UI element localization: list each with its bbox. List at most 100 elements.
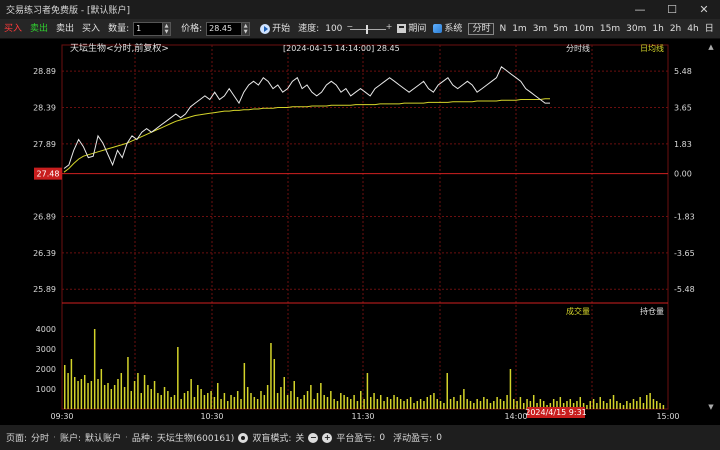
scroll-up-icon[interactable]: ▲	[708, 43, 714, 51]
volume-bar	[389, 399, 392, 409]
period-button[interactable]: 期间	[406, 19, 430, 39]
volume-bar	[190, 379, 192, 409]
volume-bar	[127, 357, 129, 409]
current-price-tag: 27.48	[37, 170, 60, 179]
volume-bar	[363, 399, 365, 409]
symbol-value[interactable]: 天坛生物(600161)	[157, 431, 234, 444]
volume-bar	[203, 395, 206, 409]
volume-bar	[157, 393, 159, 409]
period-tab[interactable]: 4h	[684, 24, 701, 34]
quantity-input[interactable]	[133, 21, 164, 36]
price-line	[63, 66, 550, 169]
percent-axis-label: -3.65	[674, 249, 695, 258]
account-value[interactable]: 默认账户	[85, 431, 121, 444]
blind-mode-label: 双盲模式:	[252, 434, 292, 444]
system-icon[interactable]	[433, 24, 443, 33]
volume-bar	[642, 403, 645, 409]
volume-bar	[386, 397, 389, 409]
volume-bar	[589, 401, 591, 409]
volume-bar	[376, 399, 379, 409]
volume-bar	[466, 399, 468, 409]
quantity-stepper[interactable]: ▲ ▼	[163, 21, 172, 36]
chart-area[interactable]: 28.89 5.48 28.39 3.65 27.89 1.83 0.00 26.89 -1.8…	[0, 39, 720, 425]
blind-mode-value[interactable]: 关	[295, 431, 304, 444]
close-button[interactable]: ✕	[688, 0, 720, 19]
period-tab[interactable]: 1h	[649, 24, 666, 34]
volume-bar	[369, 397, 372, 409]
volume-bar	[473, 403, 475, 409]
period-tab[interactable]: 10m	[571, 24, 597, 34]
period-tab[interactable]: 15m	[597, 24, 623, 34]
volume-bar	[483, 397, 485, 409]
legend-price-line: 分时线	[566, 43, 590, 53]
volume-bar	[313, 399, 315, 409]
volume-bar	[330, 391, 332, 409]
period-tab[interactable]: 30m	[623, 24, 649, 34]
volume-bar	[223, 393, 226, 409]
closed-pnl-value: 0	[379, 432, 386, 443]
eye-icon	[238, 432, 249, 443]
plus-circle-icon[interactable]: +	[322, 432, 333, 443]
volume-bar	[592, 399, 595, 409]
account-label: 账户:	[59, 434, 81, 444]
period-tab[interactable]: 分时	[468, 22, 495, 35]
title-bar: 交易练习者免费版 - [默认账户] — ☐ ✕	[0, 0, 720, 19]
buy-cover-button[interactable]: 买入	[78, 19, 104, 39]
volume-bar	[220, 399, 222, 409]
speed-value: 100	[325, 23, 343, 34]
volume-bar	[276, 393, 279, 409]
volume-bar	[350, 399, 352, 409]
quantity-label: 数量:	[108, 23, 130, 34]
volume-bar	[77, 381, 79, 409]
price-stepper[interactable]: ▲ ▼	[242, 21, 251, 36]
period-tab[interactable]: 日	[702, 24, 717, 34]
stepper-down-icon[interactable]: ▼	[165, 29, 169, 35]
volume-bar	[226, 401, 229, 409]
window-title: 交易练习者免费版 - [默认账户]	[6, 6, 130, 16]
sell-short-button[interactable]: 卖出	[52, 19, 78, 39]
volume-bar	[97, 379, 99, 409]
volume-bar	[130, 391, 133, 409]
period-tab[interactable]: N	[496, 24, 509, 34]
volume-bar	[599, 397, 601, 409]
stepper-down-icon[interactable]: ▼	[244, 29, 248, 35]
volume-bar	[662, 405, 665, 409]
volume-bar	[143, 375, 146, 409]
play-icon[interactable]	[260, 23, 271, 34]
sell-button[interactable]: 卖出	[26, 19, 52, 39]
calendar-icon[interactable]	[397, 24, 407, 33]
volume-bar	[423, 401, 425, 409]
volume-bar	[396, 397, 399, 409]
volume-bar	[506, 395, 508, 409]
price-axis-label: 27.89	[33, 140, 56, 149]
time-axis-label: 14:00	[504, 412, 527, 421]
volume-bar	[316, 393, 319, 409]
maximize-button[interactable]: ☐	[656, 0, 688, 19]
legend-open-interest: 持仓量	[640, 306, 664, 316]
system-button[interactable]: 系统	[442, 19, 466, 39]
speed-plus-icon[interactable]: +	[386, 22, 393, 31]
volume-bar	[286, 395, 289, 409]
period-tab[interactable]: 1m	[509, 24, 530, 34]
volume-axis-label: 3000	[36, 345, 56, 354]
period-tab[interactable]: 3m	[530, 24, 551, 34]
volume-bar	[260, 391, 262, 409]
speed-slider[interactable]: − +	[346, 19, 392, 39]
speed-slider-handle[interactable]	[366, 24, 369, 34]
scroll-down-icon[interactable]: ▼	[708, 403, 714, 411]
minimize-button[interactable]: —	[624, 0, 656, 19]
price-input[interactable]	[206, 21, 243, 36]
start-button[interactable]: 开始	[272, 19, 294, 39]
price-axis-label: 26.39	[33, 249, 56, 258]
volume-bar	[383, 401, 385, 409]
period-tab[interactable]: 2h	[667, 24, 684, 34]
chart-frame	[61, 44, 669, 410]
minus-circle-icon[interactable]: −	[308, 432, 319, 443]
volume-bar	[456, 401, 458, 409]
page-value[interactable]: 分时	[31, 431, 49, 444]
intraday-chart[interactable]: 28.89 5.48 28.39 3.65 27.89 1.83 0.00 26.89 -1.8…	[0, 39, 720, 425]
volume-bar	[107, 383, 109, 409]
period-tab[interactable]: 5m	[550, 24, 571, 34]
buy-button[interactable]: 买入	[0, 19, 26, 39]
volume-bar	[310, 385, 312, 409]
